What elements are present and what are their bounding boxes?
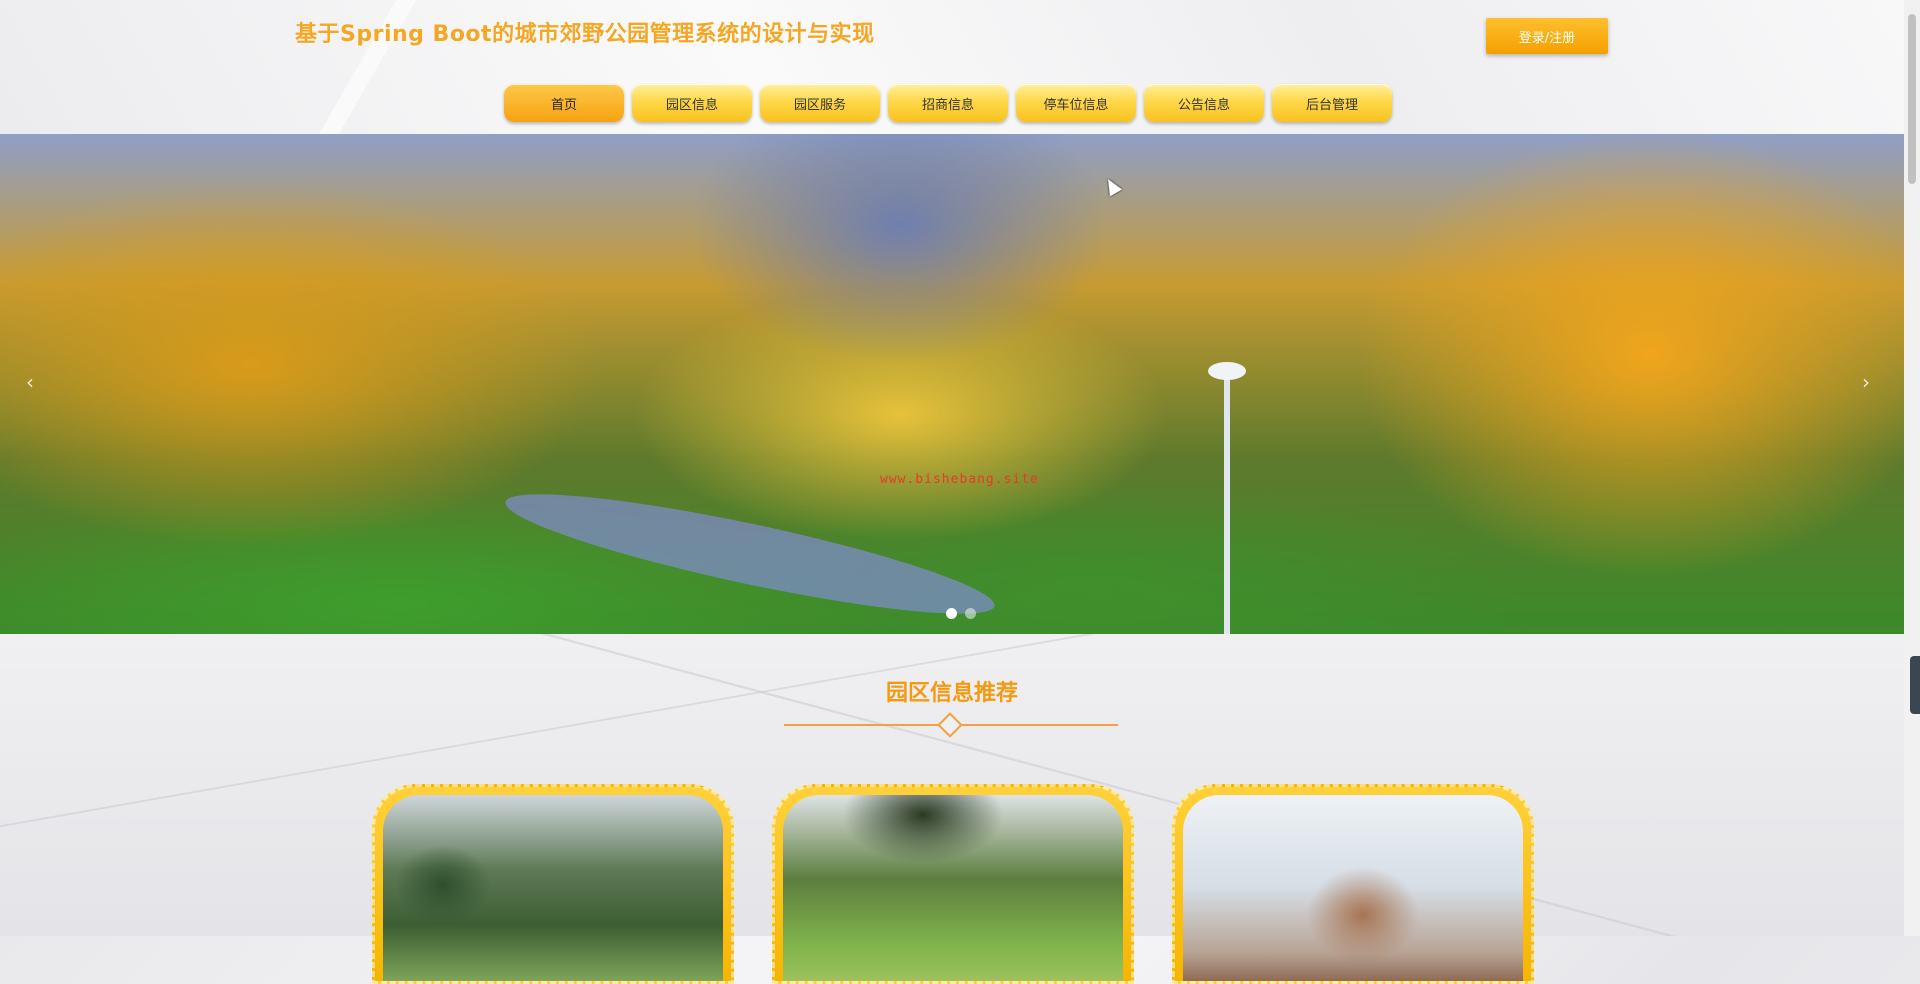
park-info-card[interactable] bbox=[1172, 784, 1534, 984]
park-info-image[interactable] bbox=[383, 795, 723, 981]
banner-carousel[interactable]: www.bishebang.site ‹ › bbox=[0, 134, 1904, 634]
banner-watermark: www.bishebang.site bbox=[880, 472, 1039, 487]
carousel-dot-2[interactable] bbox=[965, 608, 976, 619]
nav-item-park-info[interactable]: 园区信息 bbox=[632, 84, 752, 122]
park-info-image[interactable] bbox=[1183, 795, 1523, 981]
carousel-indicators bbox=[946, 608, 976, 619]
header: 基于Spring Boot的城市郊野公园管理系统的设计与实现 登录/注册 首页 … bbox=[0, 0, 1904, 134]
nav-item-park-services[interactable]: 园区服务 bbox=[760, 84, 880, 122]
login-register-button[interactable]: 登录/注册 bbox=[1486, 18, 1608, 54]
park-info-image[interactable] bbox=[783, 795, 1123, 981]
main-nav: 首页 园区信息 园区服务 招商信息 停车位信息 公告信息 后台管理 bbox=[504, 84, 1392, 122]
carousel-dot-1[interactable] bbox=[946, 608, 957, 619]
site-title: 基于Spring Boot的城市郊野公园管理系统的设计与实现 bbox=[295, 22, 875, 47]
nav-item-announcements[interactable]: 公告信息 bbox=[1144, 84, 1264, 122]
chevron-left-icon[interactable]: ‹ bbox=[26, 370, 34, 394]
nav-item-parking[interactable]: 停车位信息 bbox=[1016, 84, 1136, 122]
nav-item-investment[interactable]: 招商信息 bbox=[888, 84, 1008, 122]
scrollbar-thumb[interactable] bbox=[1908, 14, 1916, 184]
nav-item-home[interactable]: 首页 bbox=[504, 84, 624, 122]
banner-lamp-head-graphic bbox=[1208, 362, 1246, 380]
park-info-cards bbox=[372, 784, 1534, 984]
nav-item-admin[interactable]: 后台管理 bbox=[1272, 84, 1392, 122]
chevron-right-icon[interactable]: › bbox=[1862, 370, 1870, 394]
banner-path-graphic bbox=[499, 472, 1001, 634]
side-panel-handle[interactable] bbox=[1910, 656, 1920, 714]
park-info-card[interactable] bbox=[372, 784, 734, 984]
park-info-card[interactable] bbox=[772, 784, 1134, 984]
section-title: 园区信息推荐 bbox=[885, 681, 1018, 706]
banner-lamp-graphic bbox=[1224, 374, 1230, 634]
